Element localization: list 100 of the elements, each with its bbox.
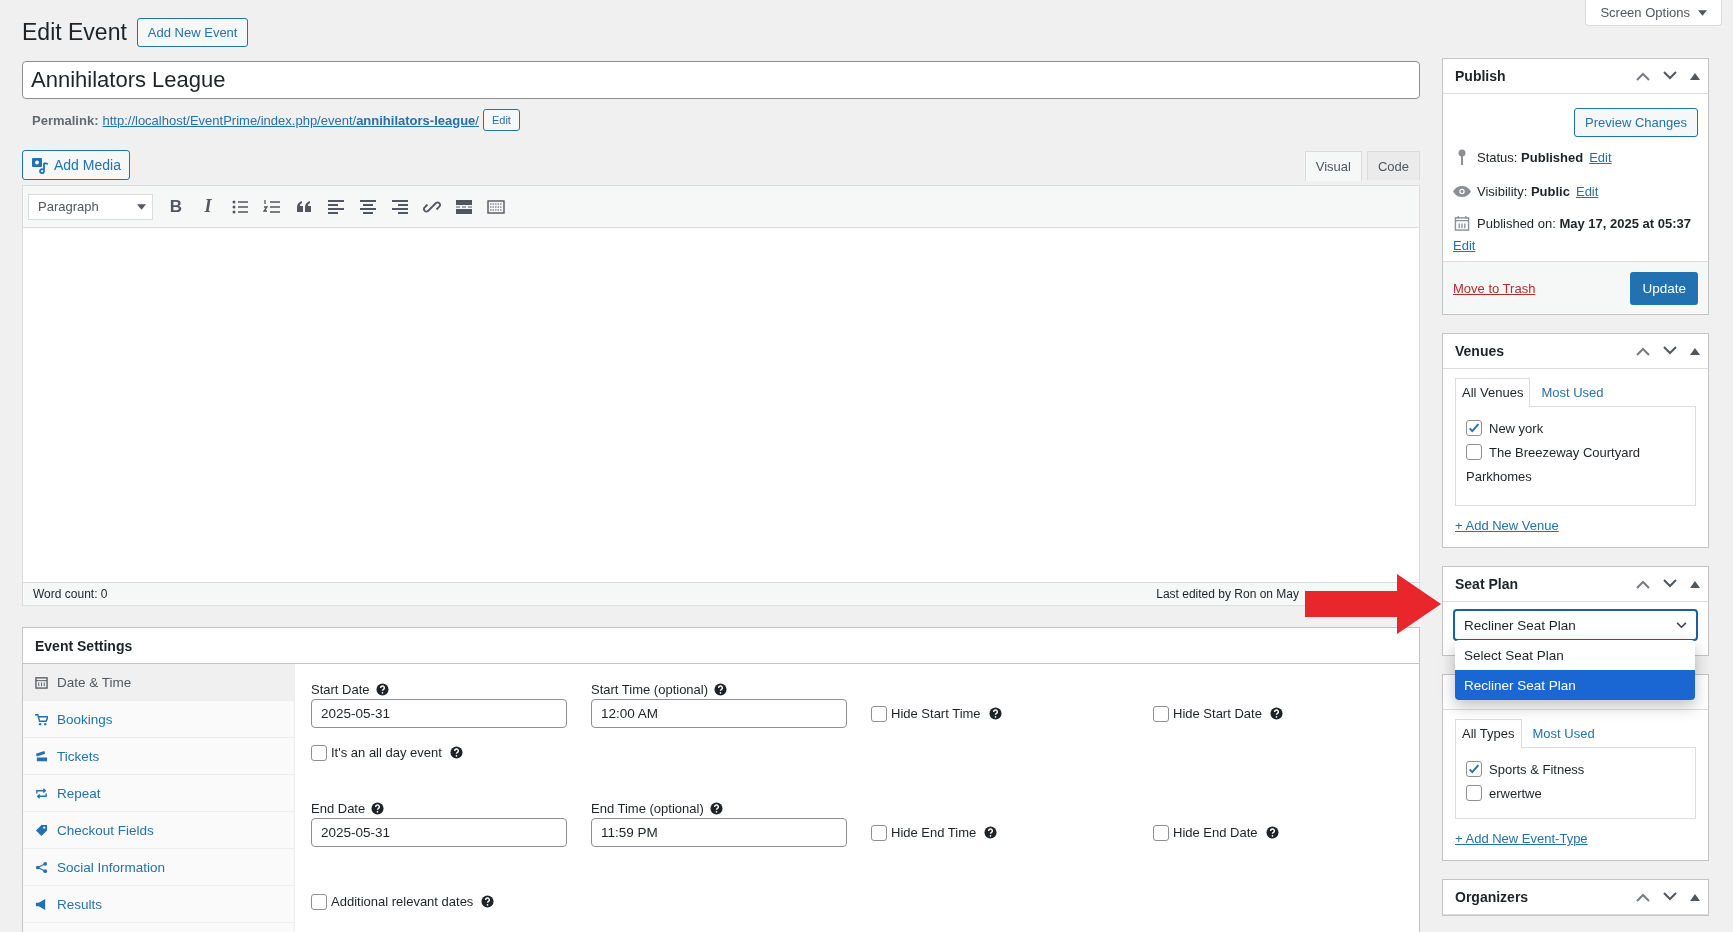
venue-label: New york: [1489, 420, 1544, 436]
caret-icon: [1698, 9, 1707, 16]
collapse-icon[interactable]: [1690, 72, 1700, 80]
move-up-icon[interactable]: [1636, 71, 1650, 81]
checkbox[interactable]: [1466, 761, 1482, 777]
help-icon: [709, 802, 723, 815]
venue-label: Parkhomes: [1466, 468, 1532, 484]
calendar-icon: [35, 675, 48, 689]
collapse-icon[interactable]: [1690, 347, 1700, 355]
box-title: Seat Plan: [1455, 576, 1519, 592]
input-field[interactable]: 2025-05-31: [311, 699, 567, 728]
settings-tab[interactable]: Results: [23, 886, 294, 923]
move-down-icon[interactable]: [1663, 71, 1677, 81]
checkbox-label: Hide End Time: [891, 825, 977, 840]
word-count: Word count: 0: [33, 587, 108, 601]
editor-tab[interactable]: Visual: [1304, 151, 1362, 181]
help-icon: [449, 746, 463, 759]
field-label: Start Time (optional): [591, 682, 709, 697]
visibility-text: Visibility: Public: [1477, 183, 1570, 199]
title-field[interactable]: Annihilators League: [22, 61, 1420, 99]
checkbox[interactable]: [1153, 705, 1169, 722]
field-label: End Date: [311, 801, 366, 816]
settings-tab[interactable]: Repeat: [23, 775, 294, 812]
checkbox[interactable]: [871, 705, 887, 722]
eye-icon: [1453, 185, 1471, 197]
help-icon: [714, 683, 728, 696]
help-icon: [371, 802, 385, 815]
input-field[interactable]: 2025-05-31: [311, 818, 567, 847]
editor-tab[interactable]: Code: [1366, 151, 1420, 180]
format-select[interactable]: Paragraph: [28, 193, 153, 220]
box-title: Publish: [1455, 68, 1506, 84]
box-title: Organizers: [1455, 889, 1529, 905]
move-up-icon[interactable]: [1636, 346, 1650, 356]
screen-options-button[interactable]: Screen Options: [1585, 0, 1722, 26]
collapse-icon[interactable]: [1690, 580, 1700, 588]
checkbox[interactable]: [1466, 444, 1482, 460]
move-up-icon[interactable]: [1636, 579, 1650, 589]
edit-link[interactable]: Edit: [1453, 238, 1698, 253]
checkbox[interactable]: [311, 893, 327, 910]
box-title: Venues: [1455, 343, 1505, 359]
tag-icon: [35, 823, 48, 837]
add-new-button[interactable]: Add New Event: [136, 17, 249, 47]
category-tab[interactable]: Most Used: [1525, 719, 1602, 747]
italic-button[interactable]: I: [197, 195, 219, 218]
add-new-event-type-link[interactable]: + Add New Event-Type: [1455, 831, 1588, 846]
share-icon: [35, 860, 48, 874]
field-label: End Time (optional): [591, 801, 704, 816]
checkbox[interactable]: [1466, 785, 1482, 801]
checkbox-label: Additional relevant dates: [331, 894, 474, 909]
settings-tab[interactable]: Tickets: [23, 738, 294, 775]
add-new-venue-link[interactable]: + Add New Venue: [1455, 518, 1559, 533]
permalink-label: Permalink:: [32, 112, 99, 128]
input-field[interactable]: 12:00 AM: [591, 699, 847, 728]
checkbox-label: Hide Start Date: [1173, 706, 1262, 721]
caret-icon: [137, 203, 146, 210]
venue-label: The Breezeway Courtyard: [1489, 444, 1640, 460]
checkbox-label: Hide Start Time: [891, 706, 981, 721]
category-tab[interactable]: Most Used: [1534, 378, 1611, 406]
edit-button[interactable]: Edit: [482, 109, 520, 131]
checkbox[interactable]: [871, 824, 887, 841]
published-on-text: Published on: May 17, 2025 at 05:37: [1477, 215, 1691, 231]
checkbox-label: Hide End Date: [1173, 825, 1258, 840]
collapse-icon[interactable]: [1690, 893, 1700, 901]
help-icon: [988, 707, 1002, 720]
checkbox[interactable]: [311, 744, 327, 761]
checkbox[interactable]: [1466, 420, 1482, 436]
dropdown-option[interactable]: Select Seat Plan: [1455, 640, 1695, 670]
edit-link[interactable]: Edit: [1575, 183, 1599, 199]
category-tab[interactable]: All Venues: [1455, 378, 1531, 407]
status-text: Status: Published: [1477, 149, 1584, 165]
edit-link[interactable]: Edit: [1589, 149, 1612, 165]
add-media-button[interactable]: Add Media: [22, 150, 130, 180]
megaphone-icon: [35, 897, 48, 911]
permalink-link[interactable]: http://localhost/EventPrime/index.php/event/annihilators-league/: [102, 112, 479, 128]
help-icon: [375, 683, 389, 696]
checkbox[interactable]: [1153, 824, 1169, 841]
calendar-icon: [1453, 215, 1471, 231]
update-button[interactable]: Update: [1630, 271, 1698, 305]
move-up-icon[interactable]: [1636, 892, 1650, 902]
dropdown-option[interactable]: Recliner Seat Plan: [1455, 670, 1695, 700]
event-type-label: erwertwe: [1489, 785, 1542, 801]
move-down-icon[interactable]: [1663, 579, 1677, 589]
repeat-icon: [35, 786, 48, 800]
settings-tab[interactable]: Social Information: [23, 849, 294, 886]
settings-tab[interactable]: Checkout Fields: [23, 812, 294, 849]
bold-button[interactable]: B: [165, 195, 187, 218]
input-field[interactable]: 11:59 PM: [591, 818, 847, 847]
preview-changes-button[interactable]: Preview Changes: [1574, 107, 1698, 137]
checkbox-label: It's an all day event: [331, 745, 442, 760]
help-icon: [1269, 707, 1283, 720]
settings-tab[interactable]: Bookings: [23, 701, 294, 738]
move-to-trash-link[interactable]: Move to Trash: [1453, 280, 1536, 296]
event-type-label: Sports & Fitness: [1489, 761, 1585, 777]
settings-tab[interactable]: Date & Time: [23, 664, 294, 701]
category-tab[interactable]: All Types: [1455, 719, 1522, 748]
move-down-icon[interactable]: [1663, 346, 1677, 356]
move-down-icon[interactable]: [1663, 892, 1677, 902]
chevron-down-icon: [1676, 621, 1687, 629]
help-icon: [984, 826, 998, 839]
field-label: Start Date: [311, 682, 370, 697]
